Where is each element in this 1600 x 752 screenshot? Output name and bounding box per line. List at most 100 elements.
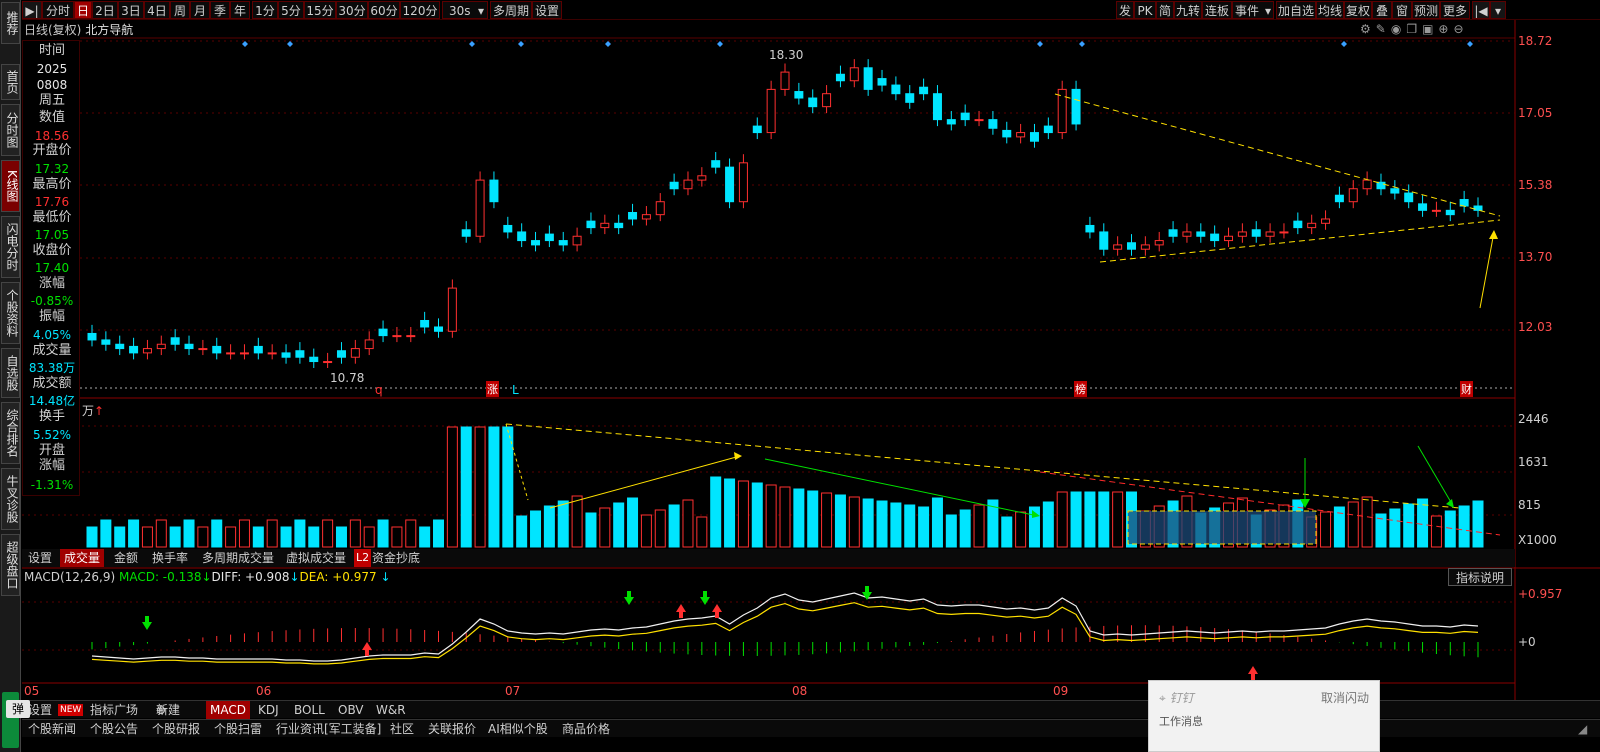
candle bbox=[475, 179, 485, 237]
popup-cancel-flash[interactable]: 取消闪动 bbox=[1321, 689, 1369, 706]
candle bbox=[863, 67, 873, 90]
event-marker-l[interactable]: L bbox=[512, 383, 519, 397]
volume-bar bbox=[1417, 498, 1429, 548]
volume-bar bbox=[834, 494, 846, 548]
volume-bar bbox=[446, 426, 458, 548]
volume-bar bbox=[585, 512, 597, 548]
volume-bar bbox=[335, 526, 347, 548]
candle bbox=[1099, 231, 1109, 250]
candle bbox=[1307, 222, 1317, 229]
candle bbox=[1362, 179, 1372, 190]
candle bbox=[461, 229, 471, 237]
candle bbox=[628, 211, 638, 220]
volume-bar bbox=[682, 499, 694, 548]
candle bbox=[1445, 209, 1455, 216]
candle bbox=[447, 287, 457, 332]
volume-axis-label: 2446 bbox=[1518, 412, 1549, 426]
tab-turnover[interactable]: 换手率 bbox=[152, 549, 188, 567]
volume-bar bbox=[474, 426, 486, 548]
candle bbox=[641, 214, 651, 220]
candle bbox=[808, 97, 818, 108]
candle bbox=[905, 93, 915, 103]
tab-ai-similar[interactable]: AI相似个股 bbox=[488, 720, 548, 738]
tab-volume[interactable]: 成交量 bbox=[60, 549, 105, 567]
candle bbox=[1043, 125, 1053, 134]
expand-icon[interactable]: ◢ bbox=[1578, 720, 1587, 738]
tab-macd[interactable]: MACD bbox=[206, 701, 250, 719]
event-marker-limitup[interactable]: 涨 bbox=[486, 381, 499, 397]
tab-settings-2[interactable]: 设置 bbox=[28, 701, 52, 719]
chart-canvas[interactable] bbox=[0, 0, 1600, 752]
price-axis-label: 12.03 bbox=[1518, 320, 1553, 334]
info-value-amplitude: 4.05% bbox=[32, 328, 72, 342]
volume-bar bbox=[765, 484, 777, 548]
info-value-weekday: 周五 bbox=[38, 93, 65, 108]
candle bbox=[946, 119, 956, 125]
tab-wr[interactable]: W&R bbox=[376, 701, 406, 719]
info-value-year: 2025 bbox=[36, 62, 68, 76]
volume-bar bbox=[931, 497, 943, 548]
price-axis-label: 13.70 bbox=[1518, 250, 1553, 264]
tab-virtual-volume[interactable]: 虚拟成交量 bbox=[286, 549, 346, 567]
candle bbox=[434, 326, 443, 332]
candle bbox=[198, 348, 208, 351]
indicator-explain-button[interactable]: 指标说明 bbox=[1448, 568, 1512, 586]
tab-industry-news[interactable]: 行业资讯[军工装备] bbox=[276, 720, 381, 738]
volume-bar bbox=[848, 496, 860, 548]
tab-boll[interactable]: BOLL bbox=[294, 701, 325, 719]
x-axis-label: 07 bbox=[505, 684, 521, 698]
tab-risk-scan[interactable]: 个股扫雷 bbox=[214, 720, 262, 738]
tab-multi-volume[interactable]: 多周期成交量 bbox=[202, 549, 274, 567]
event-marker-list[interactable]: 榜 bbox=[1074, 381, 1087, 397]
volume-bar bbox=[419, 526, 431, 548]
tab-indicator-plaza[interactable]: 指标广场 bbox=[90, 701, 138, 719]
candle bbox=[1071, 88, 1081, 125]
tab-commodity-prices[interactable]: 商品价格 bbox=[562, 720, 610, 738]
volume-bar bbox=[86, 526, 98, 548]
candle bbox=[1140, 244, 1150, 250]
tab-fund-bottom[interactable]: 资金抄底 bbox=[372, 549, 420, 567]
volume-bar bbox=[1042, 501, 1054, 548]
tab-related-quotes[interactable]: 关联报价 bbox=[428, 720, 476, 738]
x-axis-label: 09 bbox=[1053, 684, 1069, 698]
candle bbox=[1168, 229, 1178, 237]
event-marker-q[interactable]: q bbox=[375, 383, 383, 397]
macd-axis-label: +0 bbox=[1518, 635, 1536, 649]
candle bbox=[531, 240, 541, 246]
tab-amount[interactable]: 金额 bbox=[114, 549, 138, 567]
candle bbox=[738, 162, 748, 203]
info-value-change: -0.85% bbox=[30, 294, 74, 308]
tab-settings[interactable]: 设置 bbox=[28, 549, 52, 567]
macd-signal-arrows bbox=[142, 586, 1258, 680]
volume-bar bbox=[862, 498, 874, 548]
volume-unit: 万↑ bbox=[82, 404, 105, 418]
volume-bar bbox=[1403, 503, 1415, 548]
volume-bar bbox=[793, 488, 805, 548]
info-label-high: 最高价 bbox=[32, 177, 72, 192]
candle bbox=[572, 235, 582, 246]
tab-announcements[interactable]: 个股公告 bbox=[90, 720, 138, 738]
popup-title: 工作消息 bbox=[1159, 715, 1203, 728]
info-value-turnover-rate: 5.52% bbox=[32, 428, 72, 442]
volume-bar bbox=[1098, 491, 1110, 548]
candle bbox=[932, 93, 942, 121]
event-marker-finance[interactable]: 财 bbox=[1460, 381, 1473, 397]
tab-research[interactable]: 个股研报 bbox=[152, 720, 200, 738]
info-label-close: 收盘价 bbox=[32, 243, 72, 258]
tab-stock-news[interactable]: 个股新闻 bbox=[28, 720, 76, 738]
candle bbox=[1210, 233, 1220, 242]
tab-obv[interactable]: OBV bbox=[338, 701, 364, 719]
bullet-button[interactable]: 弹 bbox=[6, 700, 30, 718]
candle bbox=[877, 78, 887, 86]
x-axis-label: 08 bbox=[792, 684, 808, 698]
popup-pin[interactable]: ⌖ 钉钉 bbox=[1159, 689, 1194, 706]
candle bbox=[1404, 192, 1414, 203]
volume-bar bbox=[252, 526, 264, 548]
info-value-open: 17.32 bbox=[34, 162, 70, 176]
volume-bar bbox=[128, 519, 140, 548]
candle bbox=[406, 335, 416, 338]
info-value-open-change: -1.31% bbox=[30, 478, 74, 492]
candle bbox=[142, 348, 152, 354]
tab-community[interactable]: 社区 bbox=[390, 720, 414, 738]
tab-kdj[interactable]: KDJ bbox=[258, 701, 279, 719]
